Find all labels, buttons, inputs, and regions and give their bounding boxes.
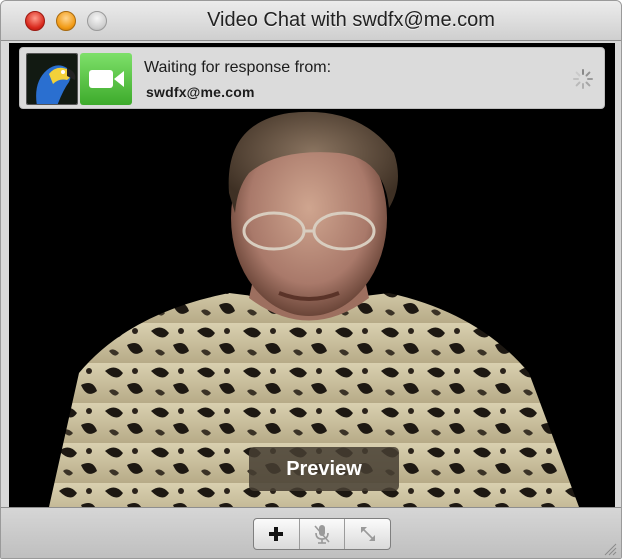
contact-address: swdfx@me.com [146,84,255,100]
close-window-button[interactable] [25,11,45,31]
microphone-icon [314,525,330,544]
video-chat-window: Video Chat with swdfx@me.com Waiting for… [0,0,622,559]
preview-label: Preview [249,447,399,491]
window-title: Video Chat with swdfx@me.com [207,9,495,31]
add-participant-button[interactable] [254,519,300,549]
zoom-window-button[interactable] [87,11,107,31]
expand-arrows-icon [360,527,375,541]
minimize-window-button[interactable] [56,11,76,31]
fullscreen-button[interactable] [345,519,390,549]
plus-icon [269,527,284,541]
camera-image [9,43,615,507]
resize-grip-icon[interactable] [603,542,617,556]
contact-avatar [26,53,78,105]
status-message: Waiting for response from: [144,59,332,76]
call-controls [253,518,391,550]
bottom-toolbar [1,507,621,558]
facetime-camera-icon [80,53,132,105]
video-preview: Waiting for response from: swdfx@me.com [9,43,615,507]
title-bar[interactable]: Video Chat with swdfx@me.com [1,1,621,41]
mute-button[interactable] [300,519,346,549]
loading-spinner-icon [572,68,594,90]
call-status-bar: Waiting for response from: swdfx@me.com [19,47,605,109]
